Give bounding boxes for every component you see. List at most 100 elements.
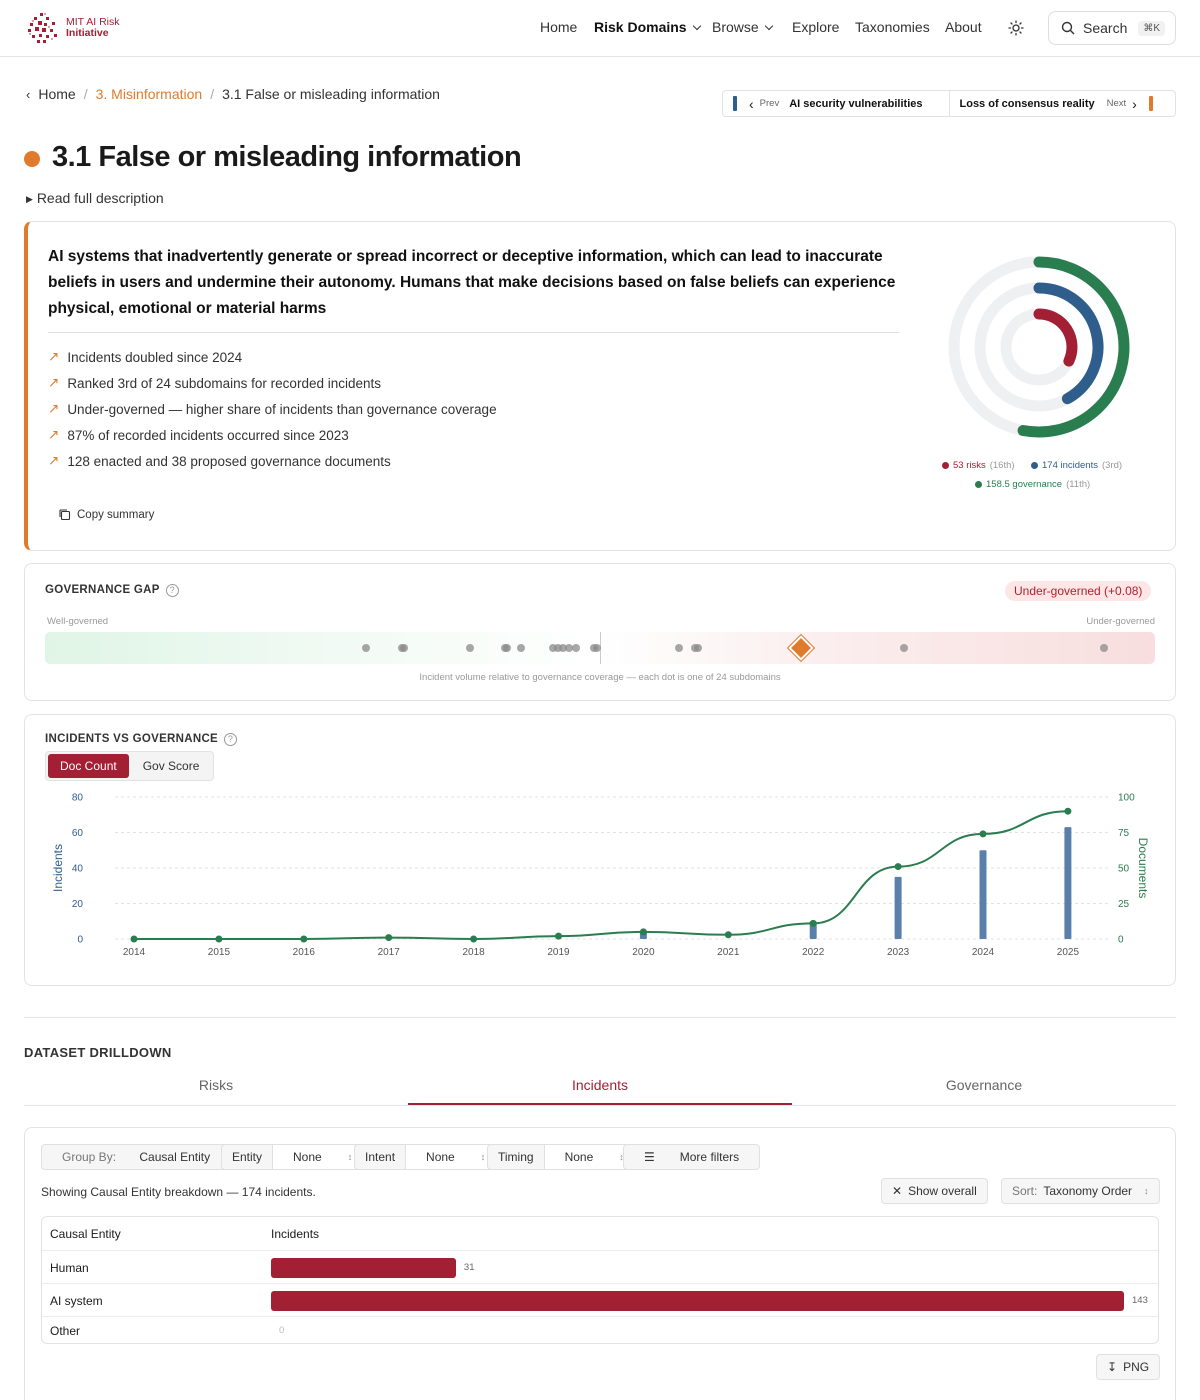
table-row[interactable]: Human 31 [42,1251,1158,1284]
status-badge: Under-governed (+0.08) [1005,581,1152,601]
nav-explore[interactable]: Explore [792,19,839,35]
sort-label: Sort: [1012,1184,1038,1198]
breadcrumb-parent[interactable]: 3. Misinformation [96,86,203,102]
legend-risks-label: 53 risks [953,460,986,471]
sort-updown-icon: ↕ [1144,1186,1149,1196]
trend-up-icon: ↗ [48,375,60,390]
y-tick-label: 0 [77,935,83,946]
under-governed-label: Under-governed [1086,616,1155,627]
copy-summary-button[interactable]: Copy summary [58,508,154,521]
read-full-description-label: Read full description [36,190,164,206]
table-row[interactable]: Other 0 [42,1317,1158,1343]
search-button[interactable]: Search ⌘K [1048,11,1176,45]
y-tick-label: 40 [72,864,84,875]
help-icon[interactable]: ? [224,733,238,746]
help-icon[interactable]: ? [165,584,179,597]
site-header: MIT AI Risk Initiative Home Risk Domains… [0,0,1200,57]
bar-value-label: 31 [463,1261,475,1273]
prev-color-bar [733,96,737,111]
legend-incidents: 174 incidents (3rd) [1031,460,1122,471]
legend-dot [942,462,949,469]
subdomain-dot[interactable] [502,644,511,652]
entity-filter[interactable]: Entity None ↕ [221,1144,374,1170]
current-subdomain-marker[interactable] [786,633,816,663]
breadcrumb-current: 3.1 False or misleading information [222,86,440,102]
subdomain-dot[interactable] [517,644,526,652]
show-overall-button[interactable]: ✕ Show overall [881,1178,988,1204]
list-item: ↗ 87% of recorded incidents occurred sinc… [48,422,497,448]
sort-select[interactable]: Sort: Taxonomy Order ↕ [1001,1178,1160,1204]
drilldown-card: Group By: Causal Entity ↕ Entity None↕ In… [24,1127,1176,1400]
sort-value: Taxonomy Order [1043,1184,1133,1198]
breadcrumb-separator: / [210,86,215,102]
subdomain-dot[interactable] [674,644,683,652]
next-label: Next [1106,98,1127,109]
y-axis-label: Incidents [51,844,65,892]
group-by-value: Causal Entity [139,1150,211,1164]
show-overall-label: Show overall [908,1184,977,1198]
tab-governance[interactable]: Governance [792,1068,1176,1105]
chart-section-title: INCIDENTS VS GOVERNANCE? [45,733,238,746]
x-tick-label: 2019 [547,947,570,958]
governance-point [300,935,308,943]
ring-arc [1033,308,1078,367]
entity-filter-label: Entity [232,1150,263,1164]
incident-bar [894,876,902,939]
subdomain-dot[interactable] [399,644,408,652]
download-png-button[interactable]: ↧ PNG [1096,1354,1161,1380]
governance-point [639,928,647,936]
more-filters-button[interactable]: ☰ More filters [623,1144,761,1170]
subdomain-dot[interactable] [900,644,909,652]
intent-filter[interactable]: Intent None ↕ [354,1144,507,1170]
legend-dot [975,481,982,488]
breadcrumb-home[interactable]: Home [38,86,75,102]
close-icon: ✕ [892,1184,903,1198]
summary-text: AI systems that inadvertently generate o… [48,248,896,317]
row-label: Other [50,1324,81,1338]
x-tick-label: 2024 [972,947,995,958]
row-label: Human [50,1260,89,1275]
timing-filter[interactable]: Timing None ↕ [487,1144,645,1170]
tab-incidents[interactable]: Incidents [408,1068,792,1105]
nav-risk-domains[interactable]: Risk Domains [594,19,701,35]
governance-point [215,935,223,943]
trend-up-icon: ↗ [48,401,60,416]
subdomain-dot[interactable] [571,644,580,652]
subdomain-dot[interactable] [592,644,601,652]
png-label: PNG [1123,1360,1150,1374]
nav-browse-label: Browse [712,19,759,35]
y2-tick-label: 50 [1118,864,1130,875]
incident-bar [1064,827,1072,939]
y2-tick-label: 75 [1118,828,1130,839]
nav-taxonomies[interactable]: Taxonomies [855,19,930,35]
table-row[interactable]: AI system 143 [42,1284,1158,1317]
theme-toggle-sun-icon[interactable] [1008,20,1024,36]
y2-tick-label: 25 [1118,899,1130,910]
x-tick-label: 2018 [462,947,485,958]
trend-up-icon: ↗ [48,453,60,468]
next-link[interactable]: Loss of consensus reality Next › [950,91,1176,116]
governance-point [385,934,393,942]
nav-about[interactable]: About [945,19,982,35]
logo-line2: Initiative [66,27,109,39]
prev-link[interactable]: ‹ Prev AI security vulnerabilities [723,91,950,116]
x-tick-label: 2023 [887,947,910,958]
caret-right-icon: ▶ [26,194,33,204]
toggle-gov-score[interactable]: Gov Score [131,754,212,778]
nav-browse[interactable]: Browse [712,19,773,35]
entity-filter-value-text: None [293,1150,322,1164]
subdomain-dot[interactable] [693,644,702,652]
logo[interactable]: MIT AI Risk Initiative [26,11,119,45]
subdomain-dot[interactable] [466,644,475,652]
x-tick-label: 2017 [378,947,401,958]
chevron-left-icon: ‹ [749,95,754,112]
read-full-description-toggle[interactable]: ▶ Read full description [26,190,164,206]
prev-title: AI security vulnerabilities [789,97,923,110]
tab-risks[interactable]: Risks [24,1068,408,1105]
subdomain-dot[interactable] [1099,644,1108,652]
governance-point [724,931,732,939]
toggle-doc-count[interactable]: Doc Count [48,754,129,778]
nav-home[interactable]: Home [540,19,577,35]
subdomain-dot[interactable] [361,644,370,652]
legend-incidents-rank: (3rd) [1101,460,1123,471]
